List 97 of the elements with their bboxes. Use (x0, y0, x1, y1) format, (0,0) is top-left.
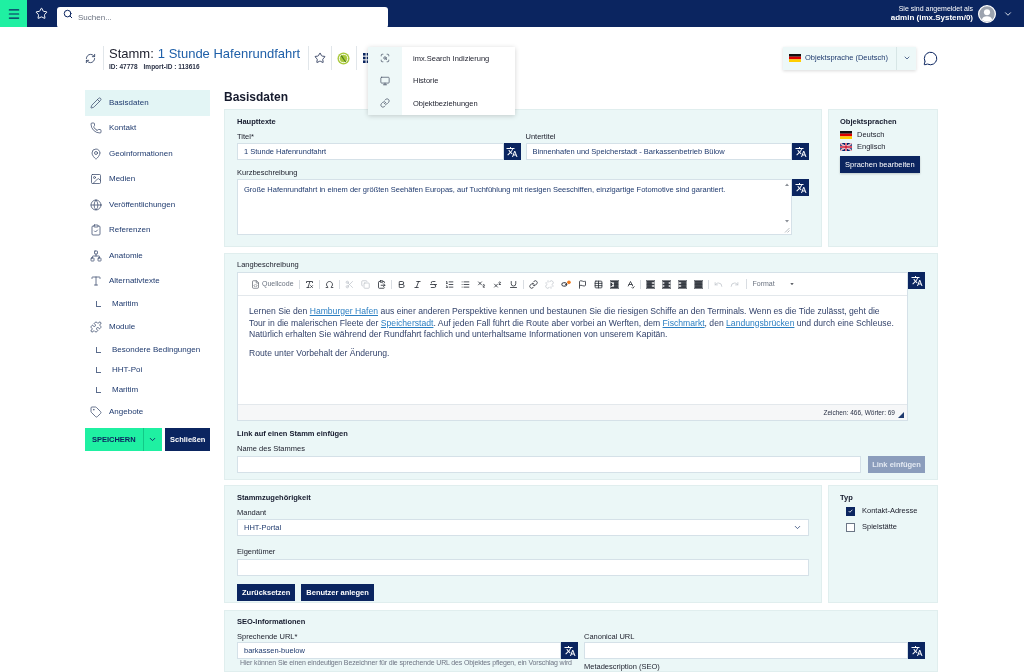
sidebar-subitem[interactable]: Maritim (85, 379, 210, 400)
paste-icon[interactable] (376, 279, 386, 289)
chat-bubble-icon[interactable] (923, 50, 938, 66)
scrollbar-drawing (784, 183, 790, 223)
text-icon (90, 275, 102, 288)
sidebar-item[interactable]: Alternativtexte (85, 268, 210, 294)
table-icon[interactable] (593, 279, 603, 289)
search-icon (380, 53, 390, 64)
user-name: admin (imx.System/0) (890, 12, 973, 23)
sidebar-item[interactable]: Kontakt (85, 115, 210, 141)
chevron-down-icon (793, 523, 802, 532)
flag-icon[interactable] (577, 279, 587, 289)
link-icon[interactable] (528, 279, 538, 289)
align-right-icon[interactable] (677, 279, 687, 289)
text-editor-field[interactable] (237, 272, 908, 421)
editor-paragraph: Lernen Sie den Hamburger Hafen aus einer anderen Perspektive kennen und bestaunen Sie die riesigen Schiffe an den Terminals. Wenn es die Tide zulässt, geht die Tour in die malerischen Fleete der Speicherstadt. Auf jeden Fall führt die Route aber vorbei an Werften, dem Fischmarkt, den Landungsbrücken und durch eine Schleuse. Natürlich erhalten Sie während der Rundfahrt fachlich und unterhaltsame Informationen von unserem Kapitän. (249, 306, 895, 341)
sidebar-item[interactable]: Anatomie (85, 243, 210, 269)
text-field[interactable] (237, 456, 861, 473)
translate-button[interactable] (792, 143, 809, 160)
sidebar-subitem[interactable]: HHT-Poi (85, 359, 210, 380)
indent-icon[interactable] (609, 279, 619, 289)
tree-connector-icon (96, 386, 101, 393)
sidebar-item[interactable]: Referenzen (85, 217, 210, 243)
sidebar-item[interactable]: Medien (85, 166, 210, 192)
bold-icon[interactable] (396, 279, 406, 289)
flag-icon (789, 54, 801, 62)
resize-handle-icon[interactable] (784, 227, 790, 233)
sidebar-subitem[interactable]: Besondere Bedingungen (85, 339, 210, 360)
translate-button[interactable] (908, 272, 925, 289)
tree-connector-icon (96, 366, 101, 373)
sidebar-item[interactable]: Geoinformationen (85, 141, 210, 167)
superscript-icon[interactable] (492, 279, 502, 289)
inline-link[interactable]: Hamburger Hafen (309, 306, 378, 316)
hierarchy-icon (90, 249, 102, 262)
translate-icon (794, 181, 807, 194)
align-center-icon[interactable] (661, 279, 671, 289)
sidebar-item[interactable]: Basisdaten (85, 90, 210, 116)
omega-icon[interactable] (324, 279, 334, 289)
globe-icon (90, 198, 102, 211)
object-title: 1 Stunde Hafenrundfahrt (157, 45, 301, 62)
translate-button[interactable] (792, 179, 809, 196)
link-icon (380, 98, 390, 109)
align-left-icon[interactable] (645, 279, 655, 289)
text-field[interactable] (237, 559, 809, 576)
tag-icon (90, 406, 102, 419)
translate-icon (910, 644, 923, 657)
image-icon (90, 173, 102, 186)
pencil-icon (90, 96, 102, 109)
chevron-down-icon (902, 54, 911, 62)
phone-icon (90, 122, 102, 135)
underline-icon[interactable] (508, 279, 518, 289)
flag-icon (840, 143, 852, 151)
search-field[interactable]: Suchen... (57, 7, 388, 28)
spellcheck-icon[interactable] (625, 279, 635, 289)
translate-icon (794, 145, 807, 158)
tree-connector-icon (96, 301, 101, 307)
menu-icon (6, 6, 21, 21)
checkbox[interactable] (846, 506, 855, 516)
search-icon (63, 8, 73, 19)
chain-dot-icon[interactable] (560, 280, 571, 288)
section-heading: Basisdaten (224, 90, 289, 104)
flag-icon (840, 131, 852, 139)
translate-icon (910, 274, 923, 287)
tree-connector-icon (96, 346, 101, 353)
subscript-icon[interactable] (476, 279, 486, 289)
map-pin-icon (90, 147, 102, 160)
translate-icon (506, 145, 518, 158)
avatar-icon[interactable] (978, 4, 996, 23)
swirl-circle-icon[interactable] (337, 51, 351, 65)
numbered-list-icon[interactable] (444, 279, 454, 289)
translate-button[interactable] (561, 642, 578, 659)
puzzle-icon (90, 320, 102, 333)
monitor-icon (380, 75, 390, 86)
italic-icon[interactable] (412, 279, 422, 289)
menu-button[interactable] (0, 0, 27, 27)
clipboard-icon (90, 224, 102, 237)
sidebar-item[interactable]: Module (85, 314, 210, 340)
clear-format-icon[interactable] (304, 279, 314, 289)
code-file-icon (251, 279, 260, 289)
checkbox[interactable] (846, 522, 855, 532)
sync-icon[interactable] (85, 52, 96, 64)
page-heading-prefix: Stamm: (109, 45, 154, 62)
star-icon[interactable] (314, 52, 327, 64)
resize-handle-icon[interactable] (898, 412, 904, 418)
bulleted-list-icon[interactable] (460, 279, 470, 289)
sidebar-subitem[interactable]: Maritim (85, 294, 210, 314)
align-justify-icon[interactable] (693, 279, 703, 289)
check-icon (848, 509, 853, 513)
editor-paragraph: Route unter Vorbehalt der Änderung. (249, 347, 391, 359)
translate-button[interactable] (908, 642, 925, 659)
sidebar-item[interactable]: Angebote (85, 399, 210, 425)
text-field[interactable] (584, 642, 908, 659)
inline-link[interactable]: Landungsbrücken (726, 317, 795, 328)
sidebar-item[interactable]: Veröffentlichungen (85, 192, 210, 218)
translate-icon (563, 644, 576, 657)
strikethrough-icon[interactable] (428, 279, 438, 289)
chevron-down-icon (148, 435, 158, 444)
